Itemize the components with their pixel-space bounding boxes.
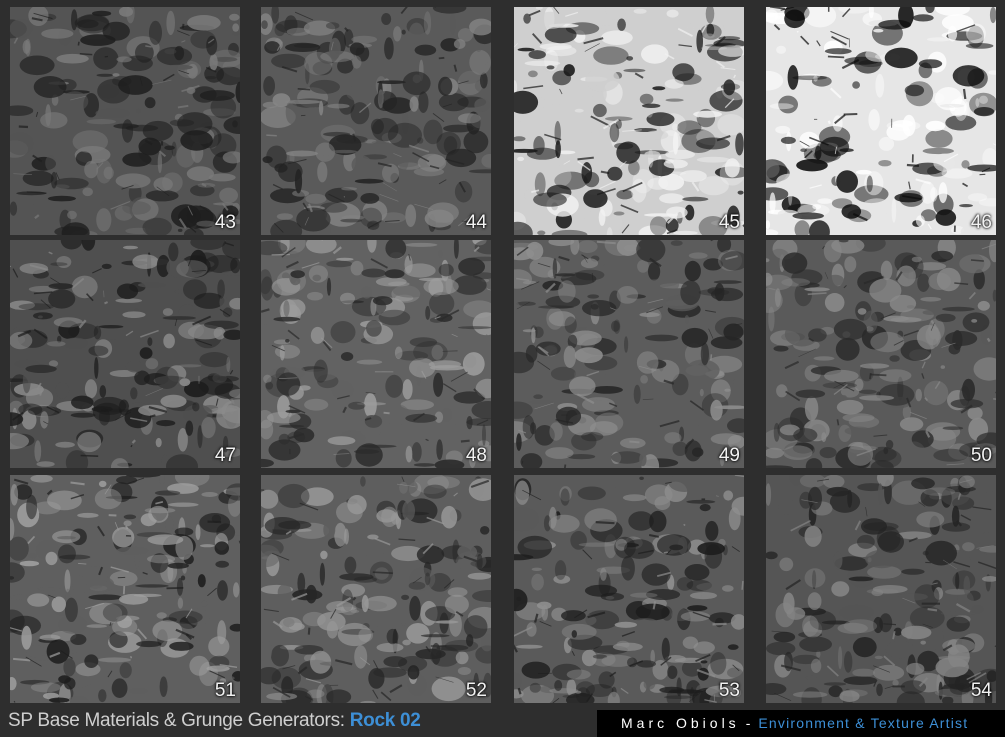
- tile-number: 51: [214, 680, 236, 701]
- rock-texture-49: [514, 240, 744, 468]
- texture-tile-52: 52: [261, 475, 491, 703]
- texture-tile-47: 47: [10, 240, 240, 468]
- rock-texture-52: [261, 475, 491, 703]
- rock-texture-51: [10, 475, 240, 703]
- rock-texture-47: [10, 240, 240, 468]
- tile-number: 44: [465, 212, 487, 233]
- rock-texture-46: [766, 7, 996, 235]
- texture-tile-51: 51: [10, 475, 240, 703]
- tile-number: 48: [465, 445, 487, 466]
- texture-tile-54: 54: [766, 475, 996, 703]
- texture-tile-48: 48: [261, 240, 491, 468]
- author-name: Marc Obiols: [621, 715, 740, 731]
- author-banner: Marc Obiols - Environment & Texture Artist: [597, 710, 1005, 737]
- tile-number: 53: [718, 680, 740, 701]
- rock-texture-48: [261, 240, 491, 468]
- rock-texture-54: [766, 475, 996, 703]
- rock-texture-44: [261, 7, 491, 235]
- rock-texture-53: [514, 475, 744, 703]
- texture-tile-46: 46: [766, 7, 996, 235]
- rock-texture-45: [514, 7, 744, 235]
- texture-tile-53: 53: [514, 475, 744, 703]
- author-separator: -: [745, 715, 751, 731]
- collection-title: SP Base Materials & Grunge Generators: R…: [8, 707, 421, 735]
- texture-tile-45: 45: [514, 7, 744, 235]
- title-prefix: SP Base Materials & Grunge Generators:: [8, 710, 345, 731]
- texture-tile-49: 49: [514, 240, 744, 468]
- tile-number: 43: [214, 212, 236, 233]
- tile-number: 54: [970, 680, 992, 701]
- tile-number: 45: [718, 212, 740, 233]
- texture-tile-44: 44: [261, 7, 491, 235]
- tile-number: 46: [970, 212, 992, 233]
- tile-number: 47: [214, 445, 236, 466]
- texture-tile-50: 50: [766, 240, 996, 468]
- tile-number: 52: [465, 680, 487, 701]
- texture-grid: 43 44 45 46 47 48 49 50 51 52 53 54: [0, 0, 1005, 705]
- texture-tile-43: 43: [10, 7, 240, 235]
- rock-texture-50: [766, 240, 996, 468]
- title-accent: Rock 02: [349, 710, 421, 731]
- rock-texture-43: [10, 7, 240, 235]
- tile-number: 49: [718, 445, 740, 466]
- author-role: Environment & Texture Artist: [758, 715, 969, 731]
- tile-number: 50: [970, 445, 992, 466]
